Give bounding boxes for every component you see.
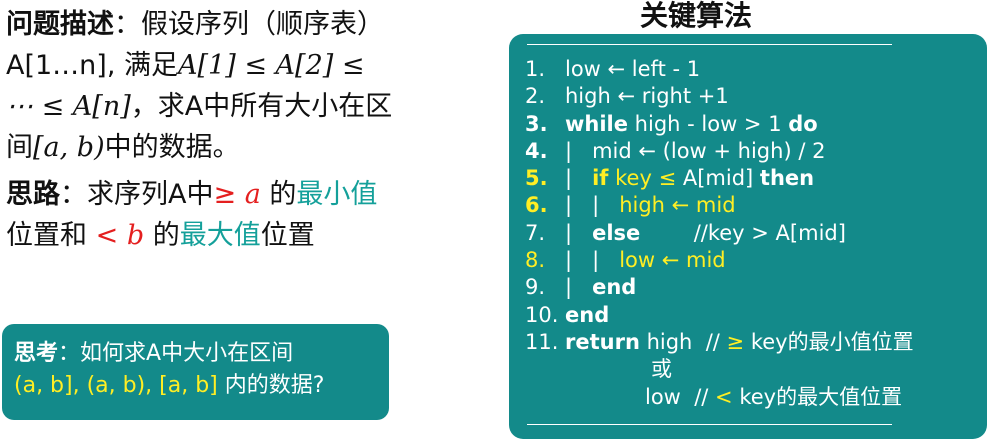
var-a: a [244, 179, 261, 210]
line-number: 1. [525, 57, 546, 81]
max-value-text: 最大值 [179, 220, 261, 251]
algo-line-2: 2. high ← right +1 [525, 83, 914, 110]
code-text: high ← right +1 [565, 84, 729, 109]
idea-line-2: 位置和 < b 的最大值位置 [6, 215, 476, 256]
top-divider [527, 44, 892, 45]
code-indent: | | [565, 248, 620, 273]
algo-line-10: 10. end [525, 302, 914, 329]
think-line-1: 思考：如何求A中大小在区间 [14, 338, 377, 370]
think-label: 思考 [14, 341, 59, 366]
problem-line-2: A[1…n], 满足A[1] ≤ A[2] ≤ [6, 45, 476, 86]
code-text: high - low > 1 [628, 111, 789, 136]
math-expression: ⋯ ≤ A[n] [6, 91, 131, 122]
line-number: 8. [525, 248, 546, 273]
ge-symbol: ≥ [213, 179, 237, 210]
code-highlight: key ≤ [608, 166, 683, 191]
var-b: b [126, 220, 145, 251]
code-indent: | | [565, 193, 620, 218]
algo-line-1: 1. low ← left - 1 [525, 56, 914, 83]
code-indent: | [565, 220, 593, 245]
algo-line-6: 6. | | high ← mid [525, 192, 914, 219]
idea-text: 的 [260, 179, 297, 210]
keyword-end: end [565, 302, 610, 327]
problem-line-4: 间[a, b)中的数据。 [6, 127, 476, 168]
algo-line-4: 4. | mid ← (low + high) / 2 [525, 138, 914, 165]
problem-text: 中的数据。 [104, 132, 240, 163]
problem-line-3: ⋯ ≤ A[n]，求A中所有大小在区 [6, 86, 476, 127]
algo-line-12: 或 [525, 356, 914, 383]
keyword-return: return [565, 329, 640, 354]
line-number: 7. [525, 220, 546, 245]
idea-label: 思路 [6, 179, 60, 210]
code-text: high // [639, 329, 727, 354]
math-interval: [a, b) [33, 132, 105, 163]
code-text: A[mid] [682, 166, 760, 191]
algo-line-11: 11. return high // ≥ key的最小值位置 [525, 329, 914, 356]
bottom-divider [527, 424, 892, 425]
think-text: ：如何求A中大小在区间 [58, 341, 294, 366]
keyword-else: else [592, 220, 641, 245]
code-comment: //key > A[mid] [640, 220, 846, 245]
think-box: 思考：如何求A中大小在区间 (a, b], (a, b), [a, b] 内的数… [2, 324, 389, 420]
think-line-2: (a, b], (a, b), [a, b] 内的数据? [14, 370, 377, 402]
problem-label: 问题描述 [6, 9, 114, 40]
code-text: | mid ← (low + high) / 2 [565, 138, 826, 163]
code-indent: | [565, 166, 593, 191]
problem-text: ：假设序列（顺序表） [114, 9, 384, 40]
algorithm-lines: 1. low ← left - 1 2. high ← right +1 3. whi… [525, 56, 914, 411]
algo-line-7: 7. | else //key > A[mid] [525, 220, 914, 247]
line-number: 9. [525, 275, 546, 300]
idea-text: 的 [144, 220, 180, 251]
problem-section: 问题描述：假设序列（顺序表） A[1…n], 满足A[1] ≤ A[2] ≤ ⋯… [6, 4, 476, 256]
code-comment: key的最大值位置 [732, 384, 903, 409]
idea-line-1: 思路：求序列A中≥ a 的最小值 [6, 174, 476, 215]
ge-symbol: ≥ [726, 329, 745, 354]
algo-line-5: 5. | if key ≤ A[mid] then [525, 165, 914, 192]
code-text: low ← left - 1 [565, 57, 701, 81]
code-highlight: high ← mid [619, 193, 736, 218]
lt-symbol: < [95, 220, 119, 251]
line-number: 4. [525, 138, 548, 163]
intervals-text: (a, b], (a, b), [a, b] [14, 373, 218, 398]
line-number: 11. [525, 329, 559, 354]
keyword-while: while [565, 111, 628, 136]
line-number: 2. [525, 84, 546, 109]
idea-text: ：求序列A中 [60, 179, 214, 210]
min-value-text: 最小值 [296, 179, 378, 210]
line-number: 6. [525, 193, 548, 218]
algo-line-8: 8. | | low ← mid [525, 247, 914, 274]
code-indent: | [565, 275, 593, 300]
keyword-do: do [788, 111, 818, 136]
keyword-end: end [592, 275, 637, 300]
problem-text: A[1…n], 满足 [6, 50, 178, 81]
idea-text: 位置 [260, 220, 315, 251]
algorithm-title: 关键算法 [640, 0, 753, 32]
idea-text: 位置和 [6, 220, 87, 251]
algo-line-9: 9. | end [525, 274, 914, 301]
line-number: 5. [525, 166, 548, 191]
keyword-then: then [759, 166, 815, 191]
problem-text: 间 [6, 132, 33, 163]
problem-text: ，求A中所有大小在区 [130, 91, 393, 122]
code-comment: key的最小值位置 [744, 329, 914, 354]
line-number: 3. [525, 111, 548, 136]
think-text: 内的数据? [217, 373, 325, 398]
lt-symbol: < [715, 384, 733, 409]
problem-line-1: 问题描述：假设序列（顺序表） [6, 4, 476, 45]
code-text: low // [645, 384, 716, 409]
keyword-if: if [592, 166, 609, 191]
code-highlight: low ← mid [619, 248, 726, 273]
algo-line-3: 3. while high - low > 1 do [525, 111, 914, 138]
line-number: 10. [525, 302, 559, 327]
algo-line-13: low // < key的最大值位置 [525, 384, 914, 411]
math-expression: A[1] ≤ A[2] ≤ [178, 50, 365, 81]
algorithm-panel: 1. low ← left - 1 2. high ← right +1 3. whi… [509, 34, 987, 439]
or-text: 或 [651, 357, 672, 382]
